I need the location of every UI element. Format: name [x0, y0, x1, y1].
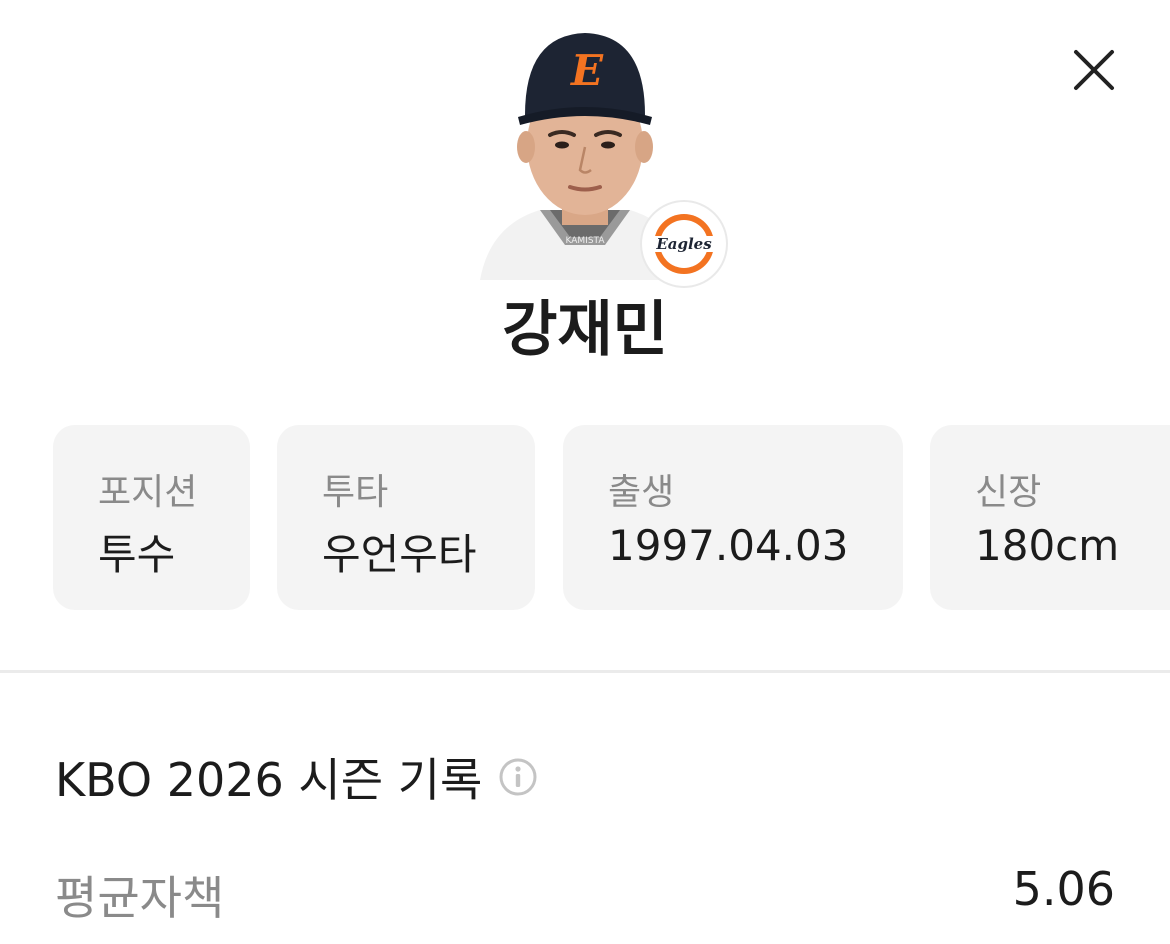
- info-card-label: 출생: [608, 472, 675, 513]
- stat-label: 평균자책: [55, 871, 225, 925]
- team-logo-text: Eagles: [655, 235, 712, 253]
- player-name: 강재민: [502, 295, 668, 365]
- jersey-text: KAMISTA: [566, 236, 606, 246]
- info-card-label: 신장: [975, 472, 1042, 513]
- close-icon: [1074, 50, 1114, 90]
- info-card-value: 우언우타: [322, 530, 477, 579]
- info-card-height: 신장 180cm: [930, 425, 1170, 610]
- info-card-label: 포지션: [98, 472, 198, 513]
- stat-row-era: 평균자책 5.06: [55, 862, 1115, 932]
- close-button[interactable]: [1064, 40, 1124, 100]
- season-title: KBO 2026 시즌 기록: [55, 753, 483, 807]
- section-divider: [0, 670, 1170, 673]
- stat-value: 5.06: [1012, 862, 1115, 916]
- info-icon[interactable]: [498, 757, 538, 797]
- info-card-value: 180cm: [975, 521, 1120, 570]
- team-logo: Eagles: [640, 200, 728, 288]
- info-card-birth: 출생 1997.04.03: [563, 425, 903, 610]
- info-card-label: 투타: [322, 472, 389, 513]
- info-card-bats-throws: 투타 우언우타: [277, 425, 535, 610]
- player-profile-sheet: KAMISTA E Eagles 강재민 포지션 투수 투타 우언우타 출생 1…: [0, 0, 1170, 944]
- cap-logo: E: [570, 46, 604, 95]
- info-card-value: 1997.04.03: [608, 521, 849, 570]
- info-card-value: 투수: [98, 530, 176, 579]
- season-header: KBO 2026 시즌 기록: [55, 745, 538, 809]
- info-card-position: 포지션 투수: [53, 425, 250, 610]
